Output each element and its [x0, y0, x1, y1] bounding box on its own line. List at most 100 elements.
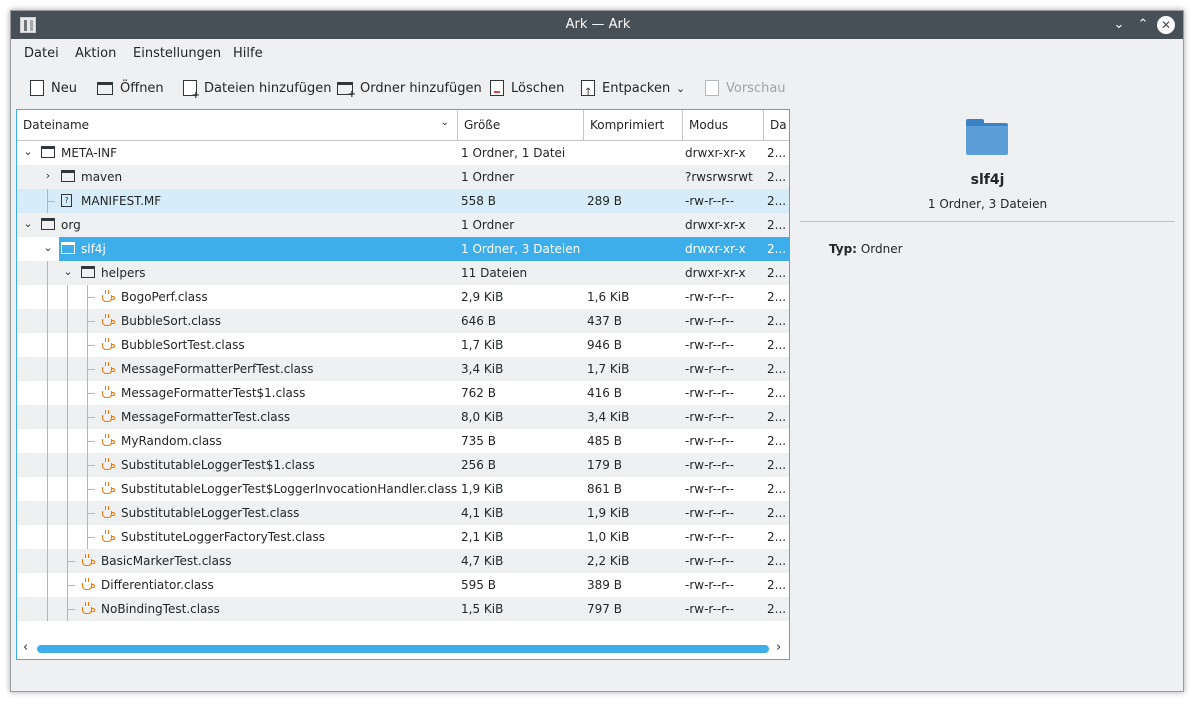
file-row[interactable]: NoBindingTest.class 1,5 KiB 797 B -rw-r--r-…: [17, 597, 789, 621]
folder-row[interactable]: ⌄ slf4j 1 Ordner, 3 Dateien drwxr-xr-x 2...: [17, 237, 789, 261]
folder-row[interactable]: ⌄ helpers 11 Dateien drwxr-xr-x 2...: [17, 261, 789, 285]
row-size: 646 B: [461, 314, 496, 328]
close-button[interactable]: ✕: [1157, 16, 1175, 34]
row-compressed: 946 B: [587, 338, 622, 352]
delete-button[interactable]: Löschen: [490, 77, 564, 99]
scrollbar-thumb[interactable]: [37, 645, 769, 653]
row-mode: drwxr-xr-x: [685, 266, 746, 280]
java-class-icon: [101, 458, 115, 472]
column-header-mode[interactable]: Modus: [683, 110, 764, 140]
add-folder-label: Ordner hinzufügen: [360, 80, 482, 96]
menu-aktion[interactable]: Aktion: [75, 46, 116, 61]
file-row[interactable]: MyRandom.class 735 B 485 B -rw-r--r-- 2...: [17, 429, 789, 453]
collapse-chevron-icon[interactable]: ⌄: [22, 217, 34, 231]
open-label: Öffnen: [120, 80, 164, 96]
add-folder-button[interactable]: Ordner hinzufügen: [337, 77, 482, 100]
column-header-size[interactable]: Größe: [458, 110, 584, 140]
file-row[interactable]: MessageFormatterTest$1.class 762 B 416 B -r…: [17, 381, 789, 405]
row-name: slf4j: [81, 242, 106, 256]
preview-button[interactable]: Vorschau: [705, 77, 786, 99]
row-date: 2...: [767, 194, 787, 208]
menubar: Datei Aktion Einstellungen Hilfe: [11, 39, 1183, 69]
row-date: 2...: [767, 242, 787, 256]
open-folder-icon: [97, 81, 113, 95]
row-name: Differentiator.class: [101, 578, 214, 592]
java-class-icon: [101, 290, 115, 304]
column-header-date-label: Da: [770, 118, 787, 132]
row-compressed: 1,7 KiB: [587, 362, 630, 376]
extract-dropdown-button[interactable]: ⌄: [676, 77, 685, 99]
file-row[interactable]: SubstitutableLoggerTest.class 4,1 KiB 1,9 …: [17, 501, 789, 525]
titlebar[interactable]: Ark — Ark ⌄ ⌃ ✕: [11, 11, 1183, 39]
add-files-icon: [183, 80, 200, 101]
row-date: 2...: [767, 578, 787, 592]
menu-hilfe[interactable]: Hilfe: [233, 46, 263, 61]
row-date: 2...: [767, 554, 787, 568]
collapse-chevron-icon[interactable]: ⌄: [42, 241, 54, 255]
java-class-icon: [101, 314, 115, 328]
row-size: 3,4 KiB: [461, 362, 504, 376]
expand-chevron-icon[interactable]: ›: [42, 169, 54, 183]
add-files-button[interactable]: Dateien hinzufügen: [183, 77, 332, 101]
row-name: BubbleSortTest.class: [121, 338, 245, 352]
file-row[interactable]: BogoPerf.class 2,9 KiB 1,6 KiB -rw-r--r-- 2.…: [17, 285, 789, 309]
file-row[interactable]: MessageFormatterPerfTest.class 3,4 KiB 1,7…: [17, 357, 789, 381]
menu-datei[interactable]: Datei: [24, 46, 59, 61]
row-mode: -rw-r--r--: [685, 434, 735, 448]
row-name: MANIFEST.MF: [81, 194, 162, 208]
minimize-button[interactable]: ⌄: [1109, 15, 1129, 35]
row-mode: -rw-r--r--: [685, 290, 735, 304]
file-row[interactable]: ? MANIFEST.MF 558 B 289 B -rw-r--r-- 2...: [17, 189, 789, 213]
row-size: 1,9 KiB: [461, 482, 504, 496]
row-name: BogoPerf.class: [121, 290, 208, 304]
row-date: 2...: [767, 434, 787, 448]
row-name: SubstitutableLoggerTest$LoggerInvocation…: [121, 482, 458, 496]
horizontal-scrollbar[interactable]: ‹ ›: [17, 637, 789, 659]
row-mode: -rw-r--r--: [685, 602, 735, 616]
menu-einstellungen[interactable]: Einstellungen: [133, 46, 221, 61]
open-button[interactable]: Öffnen: [97, 77, 164, 99]
row-size: 11 Dateien: [461, 266, 528, 280]
column-header-size-label: Größe: [464, 118, 501, 132]
row-date: 2...: [767, 458, 787, 472]
column-header-name[interactable]: Dateiname ⌄: [17, 110, 458, 140]
row-date: 2...: [767, 506, 787, 520]
new-button[interactable]: Neu: [30, 77, 77, 99]
file-row[interactable]: SubstituteLoggerFactoryTest.class 2,1 KiB…: [17, 525, 789, 549]
collapse-chevron-icon[interactable]: ⌄: [22, 145, 34, 159]
extract-icon: [581, 80, 595, 98]
column-header-compressed[interactable]: Komprimiert: [584, 110, 683, 140]
folder-row[interactable]: ⌄ org 1 Ordner drwxr-xr-x 2...: [17, 213, 789, 237]
folder-row[interactable]: ⌄ META-INF 1 Ordner, 1 Datei drwxr-xr-x 2...: [17, 141, 789, 165]
row-size: 2,9 KiB: [461, 290, 504, 304]
archive-tree-view[interactable]: Dateiname ⌄ Größe Komprimiert Modus Da ⌄…: [16, 109, 790, 660]
collapse-chevron-icon[interactable]: ⌄: [62, 265, 74, 279]
row-compressed: 797 B: [587, 602, 622, 616]
row-compressed: 2,2 KiB: [587, 554, 630, 568]
file-row[interactable]: BubbleSortTest.class 1,7 KiB 946 B -rw-r--r…: [17, 333, 789, 357]
row-name: BasicMarkerTest.class: [101, 554, 232, 568]
file-row[interactable]: BubbleSort.class 646 B 437 B -rw-r--r-- 2...: [17, 309, 789, 333]
row-size: 256 B: [461, 458, 496, 472]
file-row[interactable]: SubstitutableLoggerTest$1.class 256 B 179 …: [17, 453, 789, 477]
file-row[interactable]: MessageFormatterTest.class 8,0 KiB 3,4 KiB…: [17, 405, 789, 429]
extract-button[interactable]: Entpacken: [581, 77, 670, 99]
file-row[interactable]: SubstitutableLoggerTest$LoggerInvocation…: [17, 477, 789, 501]
row-compressed: 861 B: [587, 482, 622, 496]
row-date: 2...: [767, 146, 787, 160]
scroll-right-icon[interactable]: ›: [776, 640, 781, 655]
row-name: maven: [81, 170, 123, 184]
java-class-icon: [101, 530, 115, 544]
row-mode: -rw-r--r--: [685, 458, 735, 472]
java-class-icon: [101, 482, 115, 496]
file-row[interactable]: BasicMarkerTest.class 4,7 KiB 2,2 KiB -rw-r…: [17, 549, 789, 573]
file-row[interactable]: Differentiator.class 595 B 389 B -rw-r--r--…: [17, 573, 789, 597]
column-header-date[interactable]: Da: [764, 110, 789, 140]
folder-icon: [966, 119, 1008, 155]
row-mode: -rw-r--r--: [685, 410, 735, 424]
scroll-left-icon[interactable]: ‹: [23, 640, 28, 655]
row-size: 4,1 KiB: [461, 506, 504, 520]
maximize-button[interactable]: ⌃: [1133, 15, 1153, 35]
folder-row[interactable]: › maven 1 Ordner ?rwsrwsrwt 2...: [17, 165, 789, 189]
row-date: 2...: [767, 410, 787, 424]
